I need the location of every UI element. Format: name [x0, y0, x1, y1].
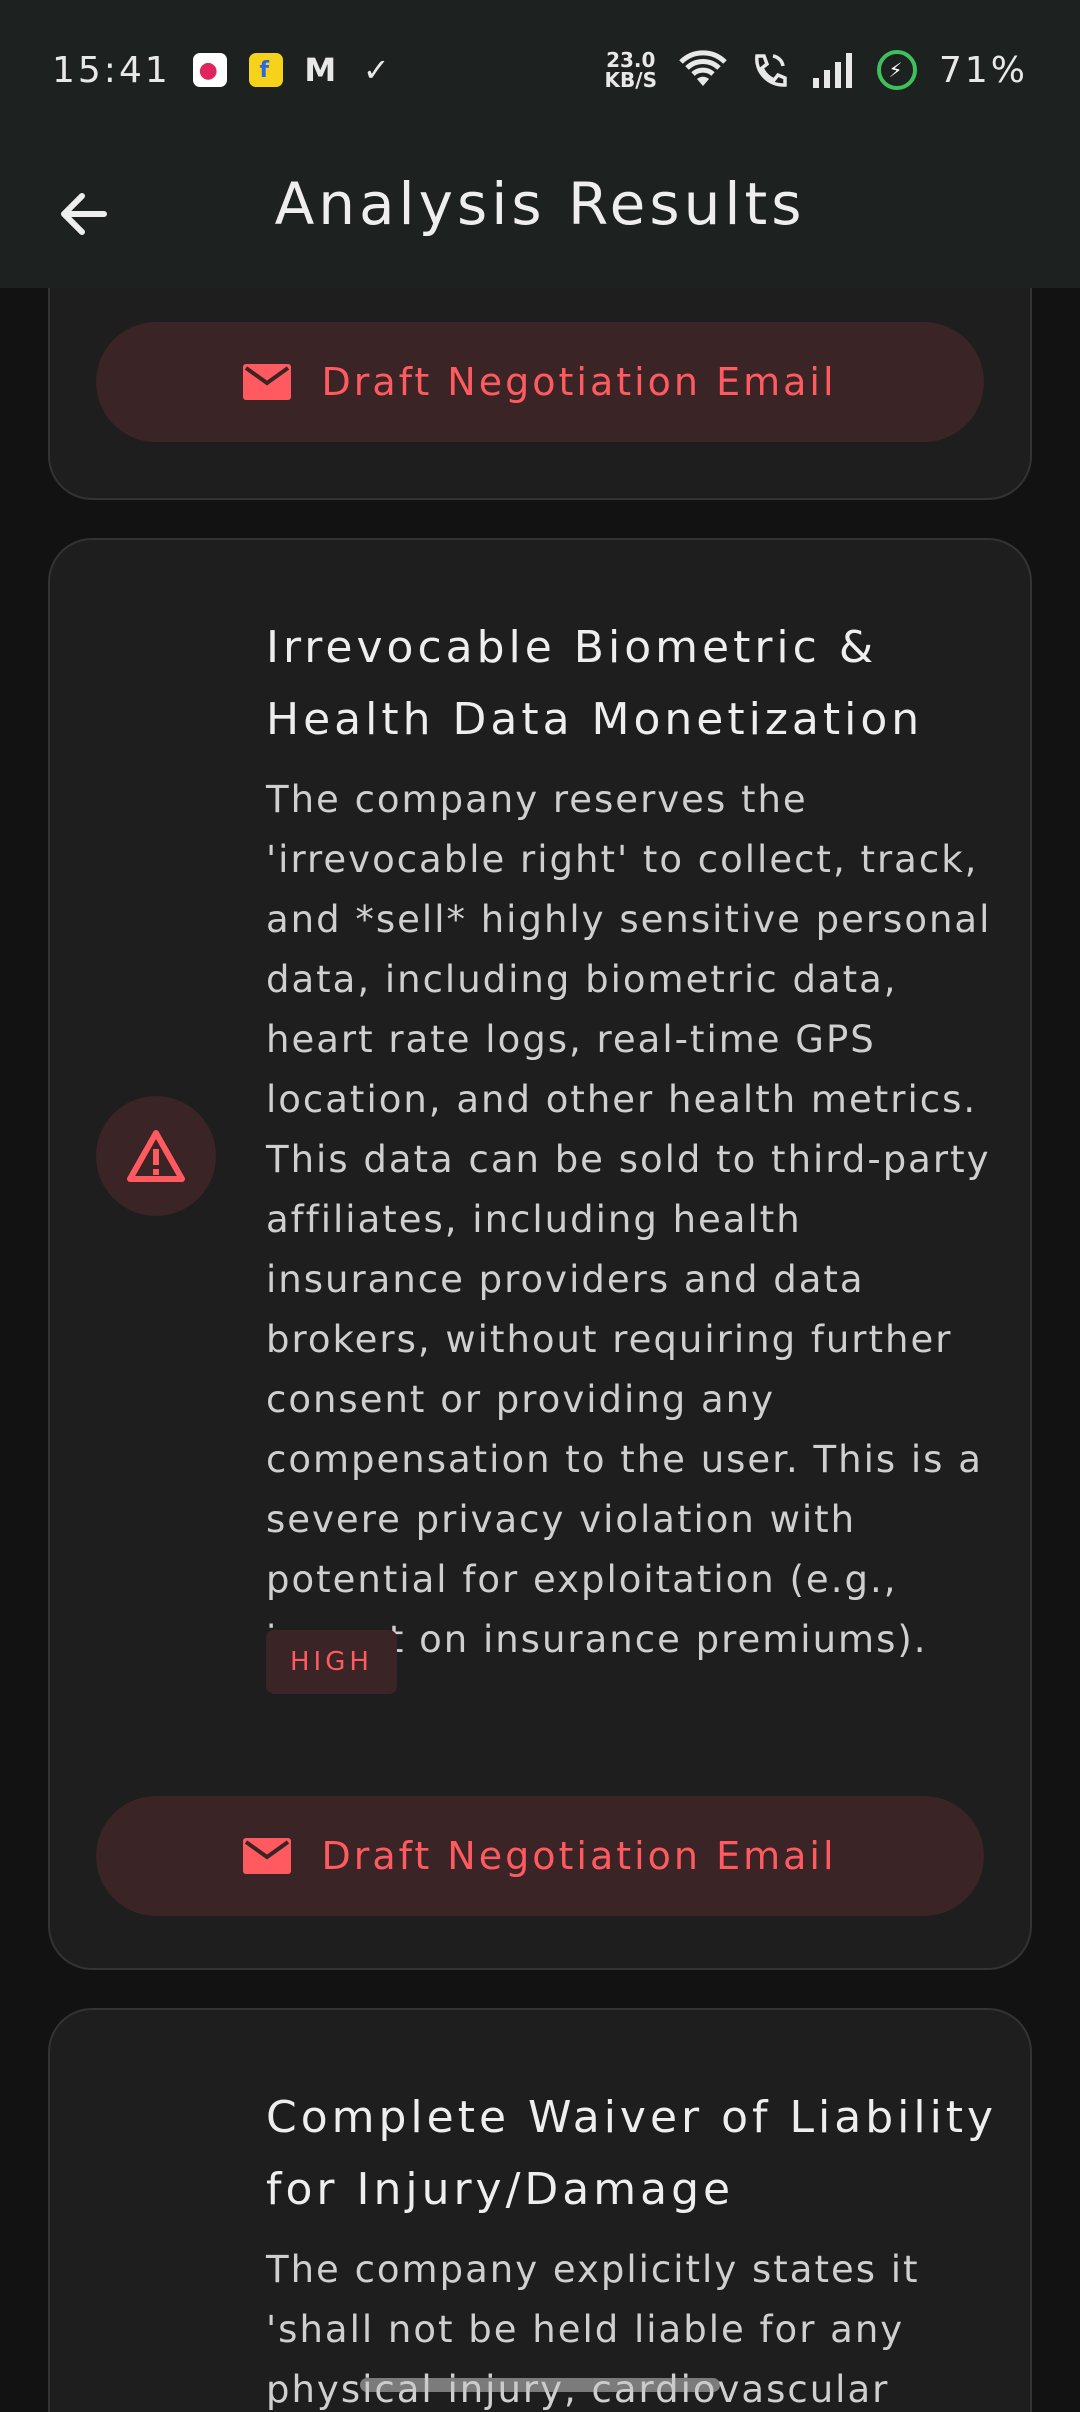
draft-negotiation-email-button[interactable]: Draft Negotiation Email	[96, 322, 984, 442]
flipkart-icon: f	[248, 53, 283, 87]
risk-card: Draft Negotiation Email	[48, 288, 1032, 500]
signal-icon	[812, 53, 852, 88]
network-speed: 23.0 KB/S	[605, 50, 657, 90]
scroll-indicator	[360, 2378, 720, 2392]
risk-title: Complete Waiver of Liability for Injury/…	[266, 2092, 998, 2215]
network-speed-unit: KB/S	[604, 68, 657, 92]
draft-negotiation-email-button[interactable]: Draft Negotiation Email	[96, 1796, 984, 1916]
shopping-bag-icon: ●	[192, 53, 227, 87]
status-time: 15:41	[52, 49, 171, 91]
severity-badge: HIGH	[266, 1630, 397, 1694]
page-title: Analysis Results	[274, 170, 806, 238]
warning-icon	[127, 1130, 185, 1182]
battery-percent: 71%	[938, 49, 1028, 91]
app-bar: Analysis Results	[0, 140, 1080, 288]
warning-badge	[96, 1096, 216, 1216]
gmail-icon: M	[304, 51, 340, 89]
status-left: 15:41 ● f M ✓	[52, 50, 395, 91]
checkmark-icon: ✓	[362, 51, 393, 89]
results-list[interactable]: Draft Negotiation Email Irrevocable Biom…	[0, 288, 1080, 2412]
risk-title: Irrevocable Biometric & Health Data Mone…	[266, 622, 924, 745]
risk-description: The company reserves the 'irrevocable ri…	[266, 778, 992, 1661]
mail-icon	[243, 364, 292, 400]
draft-email-label: Draft Negotiation Email	[321, 360, 837, 404]
wifi-call-icon	[755, 54, 787, 87]
status-bar: 15:41 ● f M ✓ 23.0 KB/S ⚡ 71%	[0, 0, 1080, 140]
battery-charging-icon: ⚡	[876, 50, 917, 90]
wifi-icon	[679, 50, 727, 86]
status-right: 23.0 KB/S ⚡ 71%	[605, 50, 1028, 91]
network-speed-value: 23.0	[606, 48, 656, 72]
draft-email-label: Draft Negotiation Email	[321, 1834, 837, 1878]
risk-card: Complete Waiver of Liability for Injury/…	[48, 2008, 1032, 2412]
mail-icon	[243, 1838, 292, 1874]
risk-card: Irrevocable Biometric & Health Data Mone…	[48, 538, 1032, 1970]
